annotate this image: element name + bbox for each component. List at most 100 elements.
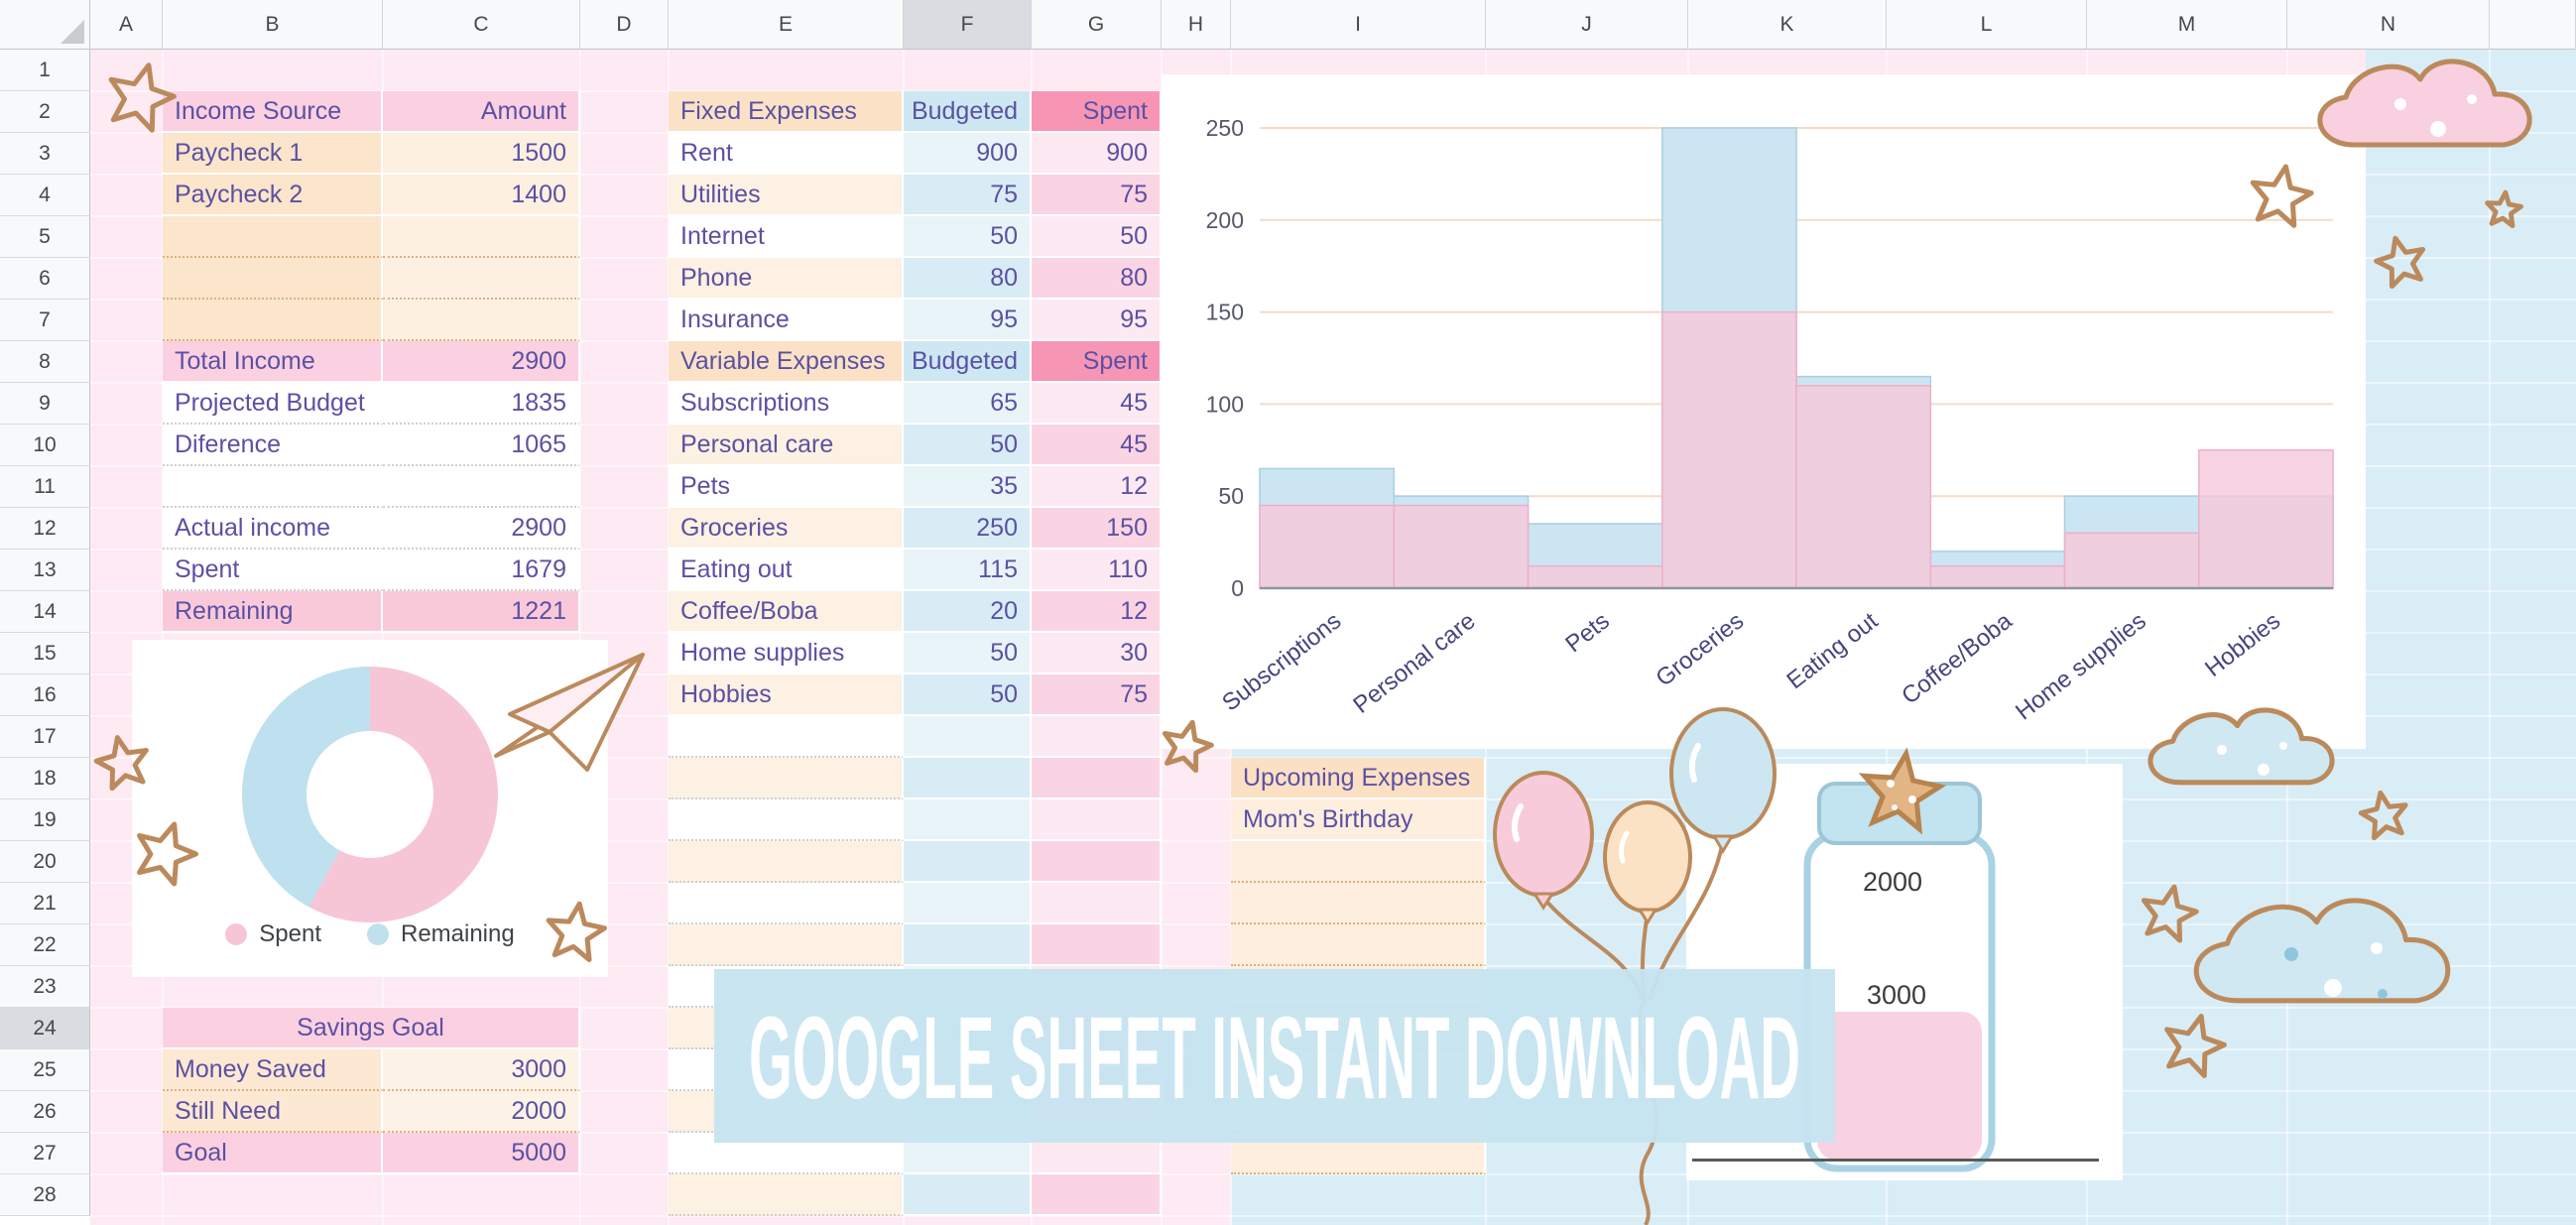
row-header-15[interactable]: 15 [0,633,90,674]
column-header-M[interactable]: M [2087,0,2287,50]
expense-empty-cell[interactable] [669,841,904,883]
savings-value[interactable]: 3000 [383,1049,580,1091]
expense-name[interactable]: Home supplies [669,633,904,674]
expense-spent[interactable]: 45 [1032,383,1162,425]
expense-empty-cell[interactable] [669,924,904,966]
expense-spent[interactable]: 30 [1032,633,1162,674]
expense-empty-cell[interactable] [1032,799,1162,841]
row-header-2[interactable]: 2 [0,91,90,133]
expenses-budgeted-header[interactable]: Budgeted [904,91,1032,133]
row-header-20[interactable]: 20 [0,841,90,883]
expense-name[interactable]: Subscriptions [669,383,904,425]
expense-empty-cell[interactable] [1032,758,1162,799]
expense-budgeted[interactable]: 35 [904,466,1032,508]
row-header-26[interactable]: 26 [0,1091,90,1133]
row-header-21[interactable]: 21 [0,883,90,924]
row-header-9[interactable]: 9 [0,383,90,425]
row-header-17[interactable]: 17 [0,716,90,758]
row-header-8[interactable]: 8 [0,341,90,383]
row-header-13[interactable]: 13 [0,550,90,591]
expense-budgeted[interactable]: 250 [904,508,1032,550]
row-header-6[interactable]: 6 [0,258,90,300]
column-header-E[interactable]: E [669,0,904,50]
column-header-J[interactable]: J [1486,0,1688,50]
expense-spent[interactable]: 95 [1032,300,1162,341]
income-cell-label[interactable]: Paycheck 1 [163,133,383,175]
expenses-spent-header[interactable]: Spent [1032,341,1162,383]
income-cell-value[interactable]: 1400 [383,175,580,216]
expense-name[interactable]: Eating out [669,550,904,591]
expense-budgeted[interactable]: 50 [904,633,1032,674]
expense-name[interactable]: Internet [669,216,904,258]
expense-budgeted[interactable]: 900 [904,133,1032,175]
expense-spent[interactable]: 45 [1032,425,1162,466]
expense-empty-cell[interactable] [669,883,904,924]
expense-spent[interactable]: 110 [1032,550,1162,591]
income-cell-label[interactable]: Spent [163,550,383,591]
column-header-N[interactable]: N [2287,0,2490,50]
expense-empty-cell[interactable] [669,716,904,758]
expense-name[interactable]: Phone [669,258,904,300]
income-cell-value[interactable] [383,216,580,258]
column-header-B[interactable]: B [163,0,383,50]
column-header-G[interactable]: G [1032,0,1162,50]
column-header-L[interactable]: L [1887,0,2087,50]
expense-spent[interactable]: 80 [1032,258,1162,300]
row-header-14[interactable]: 14 [0,591,90,633]
income-cell-value[interactable] [383,466,580,508]
income-cell-value[interactable]: 1500 [383,133,580,175]
savings-label[interactable]: Still Need [163,1091,383,1133]
income-cell-label[interactable]: Diference [163,425,383,466]
expense-spent[interactable]: 12 [1032,591,1162,633]
column-header-K[interactable]: K [1688,0,1887,50]
expenses-budgeted-header[interactable]: Budgeted [904,341,1032,383]
expense-empty-cell[interactable] [904,799,1032,841]
expense-budgeted[interactable]: 50 [904,425,1032,466]
income-cell-label[interactable]: Projected Budget [163,383,383,425]
income-cell-value[interactable]: 1221 [383,591,580,633]
row-header-25[interactable]: 25 [0,1049,90,1091]
expenses-section-header[interactable]: Fixed Expenses [669,91,904,133]
expenses-section-header[interactable]: Variable Expenses [669,341,904,383]
savings-value[interactable]: 5000 [383,1133,580,1174]
expense-budgeted[interactable]: 115 [904,550,1032,591]
income-cell-value[interactable]: 1679 [383,550,580,591]
column-header-D[interactable]: D [580,0,669,50]
row-header-10[interactable]: 10 [0,425,90,466]
expense-empty-cell[interactable] [904,924,1032,966]
income-header-label[interactable]: Income Source [163,91,383,133]
income-cell-value[interactable]: 2900 [383,508,580,550]
select-all-corner[interactable] [0,0,90,50]
income-cell-label[interactable] [163,466,383,508]
income-cell-value[interactable] [383,300,580,341]
row-header-4[interactable]: 4 [0,175,90,216]
upcoming-item[interactable]: Mom's Birthday [1231,799,1486,841]
column-header-extra[interactable] [2490,0,2576,50]
expense-empty-cell[interactable] [904,716,1032,758]
column-header-I[interactable]: I [1231,0,1486,50]
expense-empty-cell[interactable] [1032,716,1162,758]
income-cell-label[interactable] [163,258,383,300]
income-cell-value[interactable]: 2900 [383,341,580,383]
expense-name[interactable]: Insurance [669,300,904,341]
income-cell-value[interactable] [383,258,580,300]
expense-budgeted[interactable]: 95 [904,300,1032,341]
row-header-23[interactable]: 23 [0,966,90,1008]
expense-empty-cell[interactable] [669,799,904,841]
row-header-12[interactable]: 12 [0,508,90,550]
upcoming-item[interactable] [1231,924,1486,966]
expense-spent[interactable]: 150 [1032,508,1162,550]
expense-spent[interactable]: 75 [1032,175,1162,216]
income-cell-label[interactable]: Total Income [163,341,383,383]
savings-label[interactable]: Goal [163,1133,383,1174]
income-cell-value[interactable]: 1065 [383,425,580,466]
expense-name[interactable]: Coffee/Boba [669,591,904,633]
expense-name[interactable]: Pets [669,466,904,508]
row-header-3[interactable]: 3 [0,133,90,175]
expense-empty-cell[interactable] [904,758,1032,799]
row-header-28[interactable]: 28 [0,1174,90,1216]
expense-empty-cell[interactable] [904,841,1032,883]
expense-empty-cell[interactable] [1032,1174,1162,1216]
expense-budgeted[interactable]: 80 [904,258,1032,300]
expense-name[interactable]: Rent [669,133,904,175]
